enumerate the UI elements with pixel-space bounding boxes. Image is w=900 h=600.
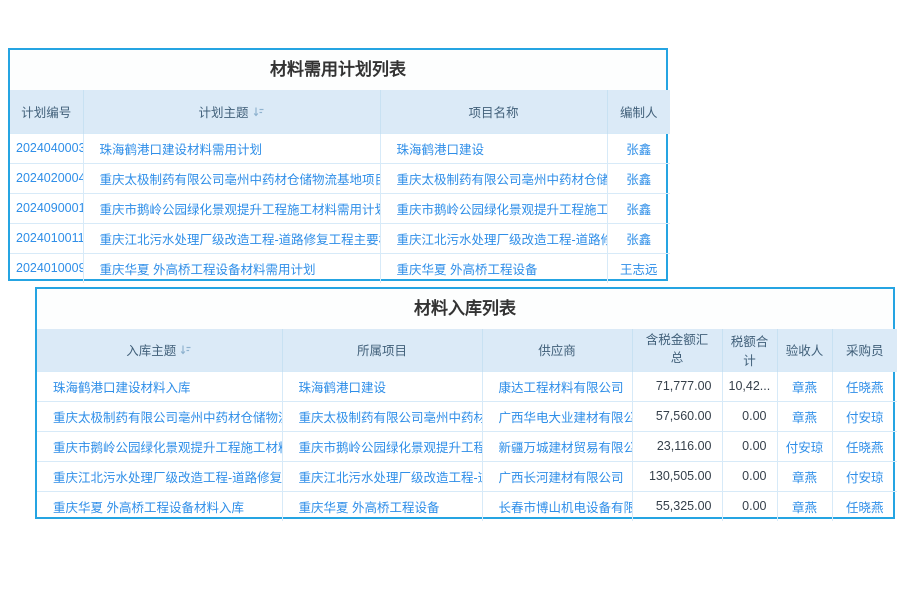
inbound-supplier-cell[interactable]: 康达工程材料有限公司 xyxy=(482,371,632,401)
table-row: 重庆市鹅岭公园绿化景观提升工程施工材料入库重庆市鹅岭公园绿化景观提升工程施工新疆… xyxy=(37,431,897,461)
inbound-supplier-cell[interactable]: 广西长河建材有限公司 xyxy=(482,461,632,491)
inbound-tax-cell: 0.00 xyxy=(722,431,777,461)
plan-table-panel: 材料需用计划列表 计划编号 计划主题 项目名称 编制人 2024040003珠海… xyxy=(8,48,668,281)
plan-project-cell[interactable]: 珠海鹤港口建设 xyxy=(380,133,607,163)
table-row: 2024010009重庆华夏 外高桥工程设备材料需用计划重庆华夏 外高桥工程设备… xyxy=(10,253,670,283)
plan-subject-cell[interactable]: 重庆江北污水处理厂级改造工程-道路修复工程主要材料 xyxy=(83,223,380,253)
table-row: 重庆江北污水处理厂级改造工程-道路修复工程...重庆江北污水处理厂级改造工程-道… xyxy=(37,461,897,491)
inbound-amount-cell: 57,560.00 xyxy=(632,401,722,431)
plan-table-header-row: 计划编号 计划主题 项目名称 编制人 xyxy=(10,90,670,133)
inbound-project-cell[interactable]: 珠海鹤港口建设 xyxy=(282,371,482,401)
inbound-project-cell[interactable]: 重庆市鹅岭公园绿化景观提升工程施工 xyxy=(282,431,482,461)
inbound-subject-cell[interactable]: 重庆太极制药有限公司亳州中药材仓储物流基... xyxy=(37,401,282,431)
inbound-amount-cell: 23,116.00 xyxy=(632,431,722,461)
inbound-buyer-cell[interactable]: 付安琼 xyxy=(832,401,897,431)
plan-creator-cell[interactable]: 张鑫 xyxy=(607,133,670,163)
column-header-inbound-project: 所属项目 xyxy=(282,329,482,371)
plan-project-cell[interactable]: 重庆江北污水处理厂级改造工程-道路修复工程 xyxy=(380,223,607,253)
inbound-supplier-cell[interactable]: 长春市博山机电设备有限公司 xyxy=(482,491,632,521)
table-row: 2024020004重庆太极制药有限公司亳州中药材仓储物流基地项目...重庆太极… xyxy=(10,163,670,193)
inbound-supplier-cell[interactable]: 新疆万城建材贸易有限公司 xyxy=(482,431,632,461)
plan-creator-cell[interactable]: 王志远 xyxy=(607,253,670,283)
inbound-buyer-cell[interactable]: 任晓燕 xyxy=(832,491,897,521)
plan-no-cell[interactable]: 2024090001 xyxy=(10,193,83,223)
plan-project-cell[interactable]: 重庆华夏 外高桥工程设备 xyxy=(380,253,607,283)
inbound-subject-cell[interactable]: 珠海鹤港口建设材料入库 xyxy=(37,371,282,401)
inbound-supplier-cell[interactable]: 广西华电大业建材有限公司 xyxy=(482,401,632,431)
inbound-inspector-cell[interactable]: 章燕 xyxy=(777,371,832,401)
inbound-subject-cell[interactable]: 重庆江北污水处理厂级改造工程-道路修复工程... xyxy=(37,461,282,491)
inbound-tax-cell: 0.00 xyxy=(722,461,777,491)
inbound-subject-cell[interactable]: 重庆华夏 外高桥工程设备材料入库 xyxy=(37,491,282,521)
plan-creator-cell[interactable]: 张鑫 xyxy=(607,193,670,223)
inbound-tax-cell: 0.00 xyxy=(722,401,777,431)
plan-project-cell[interactable]: 重庆太极制药有限公司亳州中药材仓储物流... xyxy=(380,163,607,193)
plan-no-cell[interactable]: 2024010011 xyxy=(10,223,83,253)
sort-icon[interactable] xyxy=(180,344,192,356)
plan-no-cell[interactable]: 2024040003 xyxy=(10,133,83,163)
inbound-amount-cell: 71,777.00 xyxy=(632,371,722,401)
inbound-amount-cell: 55,325.00 xyxy=(632,491,722,521)
column-header-plan-project: 项目名称 xyxy=(380,90,607,133)
column-header-inbound-buyer: 采购员 xyxy=(832,329,897,371)
column-header-plan-no: 计划编号 xyxy=(10,90,83,133)
plan-subject-cell[interactable]: 重庆市鹅岭公园绿化景观提升工程施工材料需用计划 xyxy=(83,193,380,223)
plan-creator-cell[interactable]: 张鑫 xyxy=(607,163,670,193)
column-header-plan-subject[interactable]: 计划主题 xyxy=(83,90,380,133)
plan-subject-cell[interactable]: 重庆太极制药有限公司亳州中药材仓储物流基地项目... xyxy=(83,163,380,193)
table-row: 珠海鹤港口建设材料入库珠海鹤港口建设康达工程材料有限公司71,777.0010,… xyxy=(37,371,897,401)
inbound-subject-cell[interactable]: 重庆市鹅岭公园绿化景观提升工程施工材料入库 xyxy=(37,431,282,461)
table-row: 2024040003珠海鹤港口建设材料需用计划珠海鹤港口建设张鑫 xyxy=(10,133,670,163)
inbound-buyer-cell[interactable]: 任晓燕 xyxy=(832,371,897,401)
table-row: 重庆太极制药有限公司亳州中药材仓储物流基...重庆太极制药有限公司亳州中药材仓.… xyxy=(37,401,897,431)
column-header-inbound-amount: 含税金额汇总 xyxy=(632,329,722,371)
inbound-tax-cell: 10,42... xyxy=(722,371,777,401)
inbound-project-cell[interactable]: 重庆华夏 外高桥工程设备 xyxy=(282,491,482,521)
inbound-table: 入库主题 所属项目 供应商 含税金额汇总 税额合计 验收人 采购员 珠海鹤港口建… xyxy=(37,329,897,521)
column-header-inbound-inspector: 验收人 xyxy=(777,329,832,371)
plan-table-title: 材料需用计划列表 xyxy=(10,50,666,90)
inbound-project-cell[interactable]: 重庆太极制药有限公司亳州中药材仓... xyxy=(282,401,482,431)
inbound-table-title: 材料入库列表 xyxy=(37,289,893,329)
plan-subject-cell[interactable]: 重庆华夏 外高桥工程设备材料需用计划 xyxy=(83,253,380,283)
plan-no-cell[interactable]: 2024020004 xyxy=(10,163,83,193)
inbound-inspector-cell[interactable]: 章燕 xyxy=(777,401,832,431)
inbound-buyer-cell[interactable]: 付安琼 xyxy=(832,461,897,491)
table-row: 重庆华夏 外高桥工程设备材料入库重庆华夏 外高桥工程设备长春市博山机电设备有限公… xyxy=(37,491,897,521)
inbound-inspector-cell[interactable]: 付安琼 xyxy=(777,431,832,461)
plan-table: 计划编号 计划主题 项目名称 编制人 2024040003珠海鹤港口建设材料需用… xyxy=(10,90,670,283)
column-header-inbound-tax: 税额合计 xyxy=(722,329,777,371)
plan-subject-cell[interactable]: 珠海鹤港口建设材料需用计划 xyxy=(83,133,380,163)
table-row: 2024090001重庆市鹅岭公园绿化景观提升工程施工材料需用计划重庆市鹅岭公园… xyxy=(10,193,670,223)
inbound-tax-cell: 0.00 xyxy=(722,491,777,521)
inbound-project-cell[interactable]: 重庆江北污水处理厂级改造工程-道路... xyxy=(282,461,482,491)
inbound-table-panel: 材料入库列表 入库主题 所属项目 供应商 含税金额汇总 税额合计 验收人 采购员… xyxy=(35,287,895,519)
inbound-inspector-cell[interactable]: 章燕 xyxy=(777,461,832,491)
inbound-table-header-row: 入库主题 所属项目 供应商 含税金额汇总 税额合计 验收人 采购员 xyxy=(37,329,897,371)
plan-project-cell[interactable]: 重庆市鹅岭公园绿化景观提升工程施工 xyxy=(380,193,607,223)
table-row: 2024010011重庆江北污水处理厂级改造工程-道路修复工程主要材料重庆江北污… xyxy=(10,223,670,253)
inbound-inspector-cell[interactable]: 章燕 xyxy=(777,491,832,521)
inbound-buyer-cell[interactable]: 任晓燕 xyxy=(832,431,897,461)
column-header-plan-creator: 编制人 xyxy=(607,90,670,133)
column-header-inbound-supplier: 供应商 xyxy=(482,329,632,371)
inbound-amount-cell: 130,505.00 xyxy=(632,461,722,491)
plan-creator-cell[interactable]: 张鑫 xyxy=(607,223,670,253)
plan-no-cell[interactable]: 2024010009 xyxy=(10,253,83,283)
column-header-inbound-subject[interactable]: 入库主题 xyxy=(37,329,282,371)
sort-icon[interactable] xyxy=(253,106,265,118)
